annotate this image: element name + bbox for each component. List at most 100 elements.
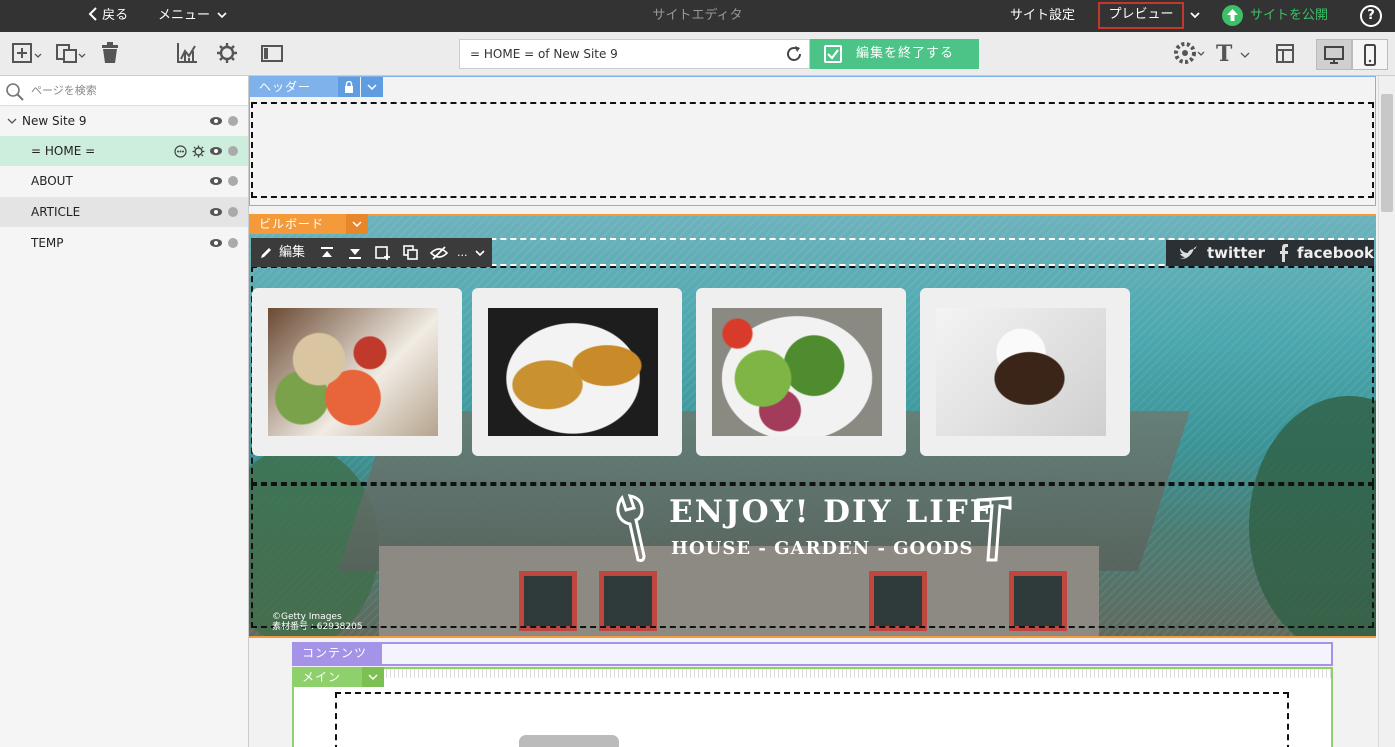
hide-icon[interactable] — [430, 245, 448, 261]
edit-block-button[interactable]: 編集 — [279, 238, 305, 267]
menu-button[interactable]: メニュー — [158, 0, 227, 32]
refresh-button[interactable] — [779, 39, 810, 69]
eye-icon[interactable] — [210, 117, 222, 125]
chevron-down-icon — [1240, 52, 1250, 58]
end-editing-button[interactable]: 編集を終了する — [810, 39, 979, 69]
food-photo-cake — [936, 308, 1106, 436]
twitter-icon[interactable] — [1178, 245, 1198, 261]
analytics-button[interactable] — [176, 40, 198, 68]
end-editing-label: 編集を終了する — [856, 46, 955, 61]
credit-line: 素材番号 : 62938205 — [272, 622, 363, 632]
main-drop-zone[interactable] — [335, 692, 1289, 747]
canvas-scrollbar[interactable] — [1378, 76, 1395, 747]
logo-title: ENJOY! DIY LIFE — [669, 494, 996, 530]
main-menu-button[interactable] — [362, 667, 384, 687]
eye-icon[interactable] — [210, 239, 222, 247]
chevron-down-icon — [368, 674, 378, 681]
status-dot — [228, 238, 238, 248]
page-canvas: ヘッダー 編集 ... twitter facebook ENJOY! DIY … — [249, 76, 1395, 747]
site-tree-root[interactable]: New Site 9 — [0, 106, 248, 136]
sidebar-item-article[interactable]: ARTICLE — [0, 197, 248, 227]
chevron-down-icon — [217, 12, 227, 19]
sidebar-item-home[interactable]: = HOME = — [0, 136, 248, 166]
more-button[interactable]: ... — [457, 238, 468, 267]
content-section[interactable] — [292, 642, 1333, 666]
move-bottom-icon[interactable] — [348, 246, 362, 260]
analytics-icon — [177, 43, 197, 63]
gallery-card[interactable] — [920, 288, 1130, 456]
sidebar-toggle-button[interactable] — [260, 40, 284, 68]
main-section-ruler — [382, 669, 1331, 678]
publish-button[interactable]: サイトを公開 — [1222, 5, 1328, 27]
eye-icon[interactable] — [210, 208, 222, 216]
mobile-view-button[interactable] — [1352, 39, 1388, 70]
hammer-icon — [976, 496, 1012, 562]
gallery-card[interactable] — [696, 288, 906, 456]
add-block-icon[interactable] — [375, 245, 391, 261]
add-section-icon — [12, 43, 42, 63]
facebook-icon[interactable] — [1279, 244, 1289, 262]
lock-button[interactable] — [338, 77, 360, 97]
content-tag[interactable]: コンテンツ — [292, 642, 382, 664]
billboard-tag[interactable]: ビルボード — [249, 214, 346, 234]
status-dot — [228, 176, 238, 186]
page-label: ARTICLE — [31, 205, 81, 219]
twitter-link[interactable]: twitter — [1207, 240, 1265, 266]
lock-icon — [345, 81, 353, 93]
pencil-icon[interactable] — [259, 246, 273, 260]
duplicate-button[interactable] — [56, 40, 88, 68]
page-label: ABOUT — [31, 174, 73, 188]
help-icon[interactable]: ? — [1360, 5, 1382, 27]
header-menu-button[interactable] — [361, 77, 383, 97]
gallery-card[interactable] — [472, 288, 682, 456]
text-icon: T — [1216, 41, 1233, 67]
mobile-icon — [1364, 43, 1376, 66]
text-style-button[interactable]: T — [1216, 40, 1250, 68]
site-name: New Site 9 — [22, 114, 87, 128]
block-toolbar: 編集 ... — [251, 238, 492, 267]
gear-icon[interactable] — [192, 145, 205, 158]
photo-credit: ©Getty Images 素材番号 : 62938205 — [272, 612, 363, 632]
gallery-card[interactable] — [252, 288, 462, 456]
sidebar-toggle-icon — [261, 45, 283, 62]
site-settings-link[interactable]: サイト設定 — [1010, 0, 1075, 32]
billboard-menu-button[interactable] — [346, 214, 368, 234]
eye-icon[interactable] — [210, 177, 222, 185]
preview-dropdown[interactable] — [1190, 0, 1200, 32]
sidebar-item-temp[interactable]: TEMP — [0, 228, 248, 258]
food-photo-salad — [712, 308, 882, 436]
sidebar-item-about[interactable]: ABOUT — [0, 166, 248, 196]
header-drop-zone[interactable] — [251, 102, 1374, 198]
search-icon — [6, 83, 24, 101]
page-search-input[interactable]: ページを検索 — [0, 76, 248, 106]
settings-button[interactable] — [216, 40, 238, 68]
theme-button[interactable] — [1172, 40, 1206, 68]
page-url-field[interactable]: = HOME = of New Site 9 — [459, 39, 810, 69]
eye-icon[interactable] — [210, 147, 222, 155]
layout-button[interactable] — [1274, 40, 1296, 68]
duplicate-icon — [56, 44, 86, 63]
add-section-button[interactable] — [12, 40, 44, 68]
check-icon — [824, 45, 842, 63]
move-top-icon[interactable] — [320, 246, 334, 260]
desktop-icon — [1324, 45, 1344, 64]
main-tag[interactable]: メイン — [292, 667, 362, 687]
more-options-icon[interactable] — [174, 145, 187, 158]
back-button[interactable]: 戻る — [88, 0, 128, 32]
theme-palette-icon — [1174, 42, 1205, 64]
upload-icon — [1222, 5, 1243, 26]
layout-icon — [1276, 44, 1294, 63]
chevron-down-icon — [367, 84, 377, 91]
desktop-view-button[interactable] — [1316, 39, 1352, 70]
chevron-down-icon[interactable] — [475, 249, 485, 257]
status-dot — [228, 146, 238, 156]
facebook-link[interactable]: facebook — [1297, 240, 1374, 266]
scrollbar-thumb[interactable] — [1381, 94, 1393, 212]
duplicate-icon[interactable] — [403, 245, 419, 261]
preview-button[interactable]: プレビュー — [1098, 2, 1184, 29]
billboard-section[interactable]: 編集 ... twitter facebook ENJOY! DIY LIFE … — [249, 214, 1376, 638]
delete-button[interactable] — [100, 40, 120, 68]
chevron-down-icon — [7, 118, 17, 124]
header-tag[interactable]: ヘッダー — [249, 77, 338, 97]
food-photo-scones — [488, 308, 658, 436]
